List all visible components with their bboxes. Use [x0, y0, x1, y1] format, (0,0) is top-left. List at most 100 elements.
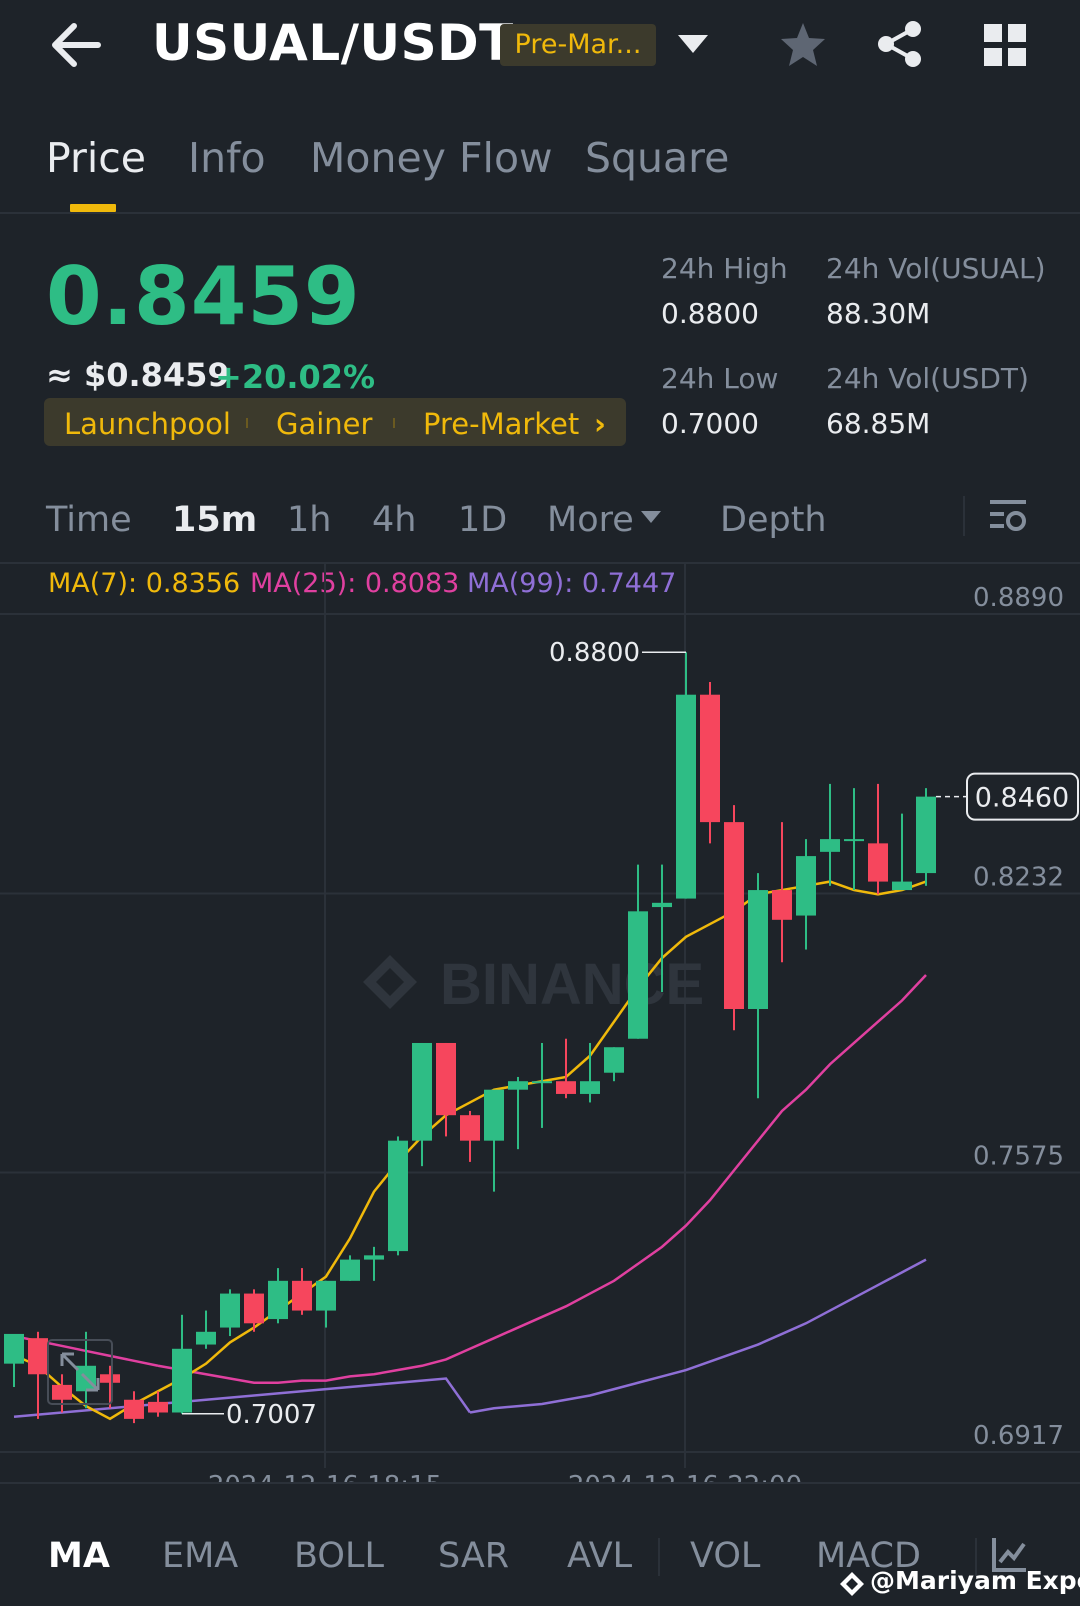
candle-body: [148, 1401, 168, 1413]
candle-body: [28, 1338, 48, 1375]
tabs-divider: [0, 212, 1080, 214]
candle-body: [124, 1399, 144, 1419]
candle-body: [484, 1089, 504, 1141]
active-tab-indicator: [70, 204, 116, 212]
usd-price: ≈ $0.8459: [46, 356, 230, 394]
low-value: 0.7000: [661, 407, 759, 440]
tab-info[interactable]: Info: [188, 134, 266, 182]
candle-body: [820, 839, 840, 852]
y-tick-label: 0.8890: [973, 583, 1064, 613]
candle-body: [532, 1081, 552, 1084]
caret-down-icon[interactable]: [640, 510, 662, 524]
tf-depth[interactable]: Depth: [720, 500, 827, 540]
price-change: +20.02%: [215, 358, 376, 396]
candle-body: [4, 1333, 24, 1364]
candle-body: [772, 890, 792, 920]
chart-bottom-divider: [0, 1482, 1080, 1484]
candle-body: [604, 1047, 624, 1073]
tag-gainer[interactable]: Gainer: [276, 407, 372, 441]
candle-body: [172, 1348, 192, 1413]
candle-body: [916, 796, 936, 874]
y-tick-label: 0.8232: [973, 862, 1064, 892]
star-icon[interactable]: [778, 20, 828, 70]
candle-body: [100, 1374, 120, 1383]
ind-sar[interactable]: SAR: [438, 1536, 509, 1576]
candle-body: [196, 1331, 216, 1345]
candlestick-chart[interactable]: BINANCE 0.8800 0.7007 0.8460 0.8890 0.8232 0…: [0, 562, 1080, 1482]
x-tick-label: 2024-12-16 18:15: [208, 1471, 442, 1482]
y-tick-label: 0.7575: [973, 1142, 1064, 1172]
candle-body: [460, 1115, 480, 1141]
candle-body: [628, 911, 648, 1039]
candle-body: [220, 1293, 240, 1328]
high-marker-label: 0.8800: [549, 638, 640, 668]
back-arrow-icon[interactable]: [50, 22, 102, 68]
last-price: 0.8459: [46, 250, 361, 343]
candle-body: [388, 1140, 408, 1252]
candle-body: [244, 1293, 264, 1324]
candle-body: [748, 890, 768, 1010]
y-tick-label: 0.6917: [973, 1421, 1064, 1451]
watermark-text: BINANCE: [440, 952, 704, 1017]
candle-body: [724, 822, 744, 1010]
candle-body: [508, 1081, 528, 1090]
candle-body: [580, 1081, 600, 1094]
tab-price[interactable]: Price: [46, 134, 146, 182]
chevron-right-icon[interactable]: ›: [594, 407, 606, 441]
tab-square[interactable]: Square: [585, 134, 729, 182]
candle-body: [364, 1255, 384, 1260]
chevron-down-icon[interactable]: [676, 32, 710, 56]
share-icon[interactable]: [876, 20, 924, 68]
vol-base-label: 24h Vol(USUAL): [826, 252, 1046, 285]
tf-4h[interactable]: 4h: [372, 500, 416, 540]
candle-body: [268, 1280, 288, 1320]
ind-avl[interactable]: AVL: [567, 1536, 632, 1576]
tag-divider: [393, 418, 395, 428]
ma99-line: [469, 1258, 927, 1414]
tf-1d[interactable]: 1D: [458, 500, 507, 540]
vol-base-value: 88.30M: [826, 297, 931, 330]
chart-settings-icon[interactable]: [988, 496, 1028, 536]
tf-divider: [963, 496, 965, 536]
tag-launchpool[interactable]: Launchpool: [64, 407, 231, 441]
candle-body: [868, 843, 888, 882]
vol-quote-value: 68.85M: [826, 407, 931, 440]
ind-divider: [658, 1538, 660, 1576]
candle-body: [340, 1259, 360, 1281]
tf-15m[interactable]: 15m: [172, 500, 257, 540]
tf-1h[interactable]: 1h: [287, 500, 331, 540]
binance-logo-icon: [840, 1572, 864, 1596]
candle-body: [844, 839, 864, 842]
candle-body: [316, 1280, 336, 1311]
tag-divider: [246, 418, 248, 428]
candle-body: [52, 1384, 72, 1400]
candle-body: [796, 856, 816, 916]
binance-watermark: BINANCE: [363, 952, 704, 1017]
candle-body: [652, 902, 672, 908]
candle-body: [556, 1081, 576, 1094]
candle-body: [892, 881, 912, 891]
grid-icon[interactable]: [984, 24, 1026, 66]
top-bar: USUAL/USDT Pre-Mar...: [0, 0, 1080, 92]
candle-body: [292, 1280, 312, 1311]
low-label: 24h Low: [661, 362, 779, 395]
candle-body: [676, 694, 696, 899]
ind-ema[interactable]: EMA: [162, 1536, 238, 1576]
candle-body: [412, 1042, 432, 1141]
watermark-user: @Mariyam Expert: [870, 1566, 1080, 1595]
candle-body: [700, 694, 720, 823]
low-marker-label: 0.7007: [226, 1400, 317, 1430]
current-price-label: 0.8460: [975, 783, 1069, 814]
ind-boll[interactable]: BOLL: [294, 1536, 384, 1576]
tag-pre-market[interactable]: Pre-Market: [423, 407, 579, 441]
pair-title[interactable]: USUAL/USDT: [152, 14, 514, 72]
ind-vol[interactable]: VOL: [690, 1536, 760, 1576]
tf-time[interactable]: Time: [46, 500, 132, 540]
candle-body: [436, 1042, 456, 1116]
ind-ma[interactable]: MA: [48, 1536, 110, 1576]
tab-money-flow[interactable]: Money Flow: [310, 134, 553, 182]
pre-market-badge: Pre-Mar...: [500, 24, 656, 66]
high-label: 24h High: [661, 252, 788, 285]
tf-more[interactable]: More: [547, 500, 634, 540]
x-tick-label: 2024-12-16 22:00: [568, 1471, 802, 1482]
